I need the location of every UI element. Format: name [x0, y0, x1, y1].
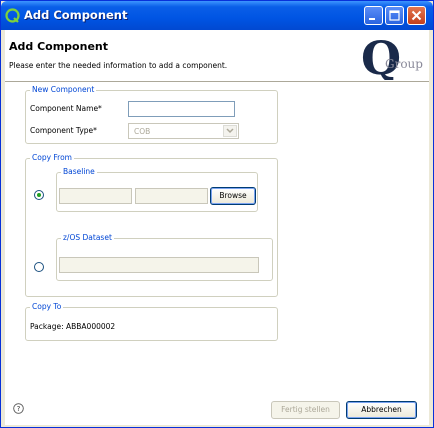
copy-from-group: Copy From Baseline Browse z/OS Dataset	[25, 153, 278, 297]
close-button[interactable]	[407, 6, 426, 25]
dialog-content: Add Component Please enter the needed in…	[5, 30, 429, 425]
new-component-group: New Component Component Name* Component …	[25, 85, 278, 144]
baseline-radio[interactable]	[34, 190, 44, 200]
component-type-value: COB	[134, 127, 151, 136]
dialog-window: Add Component Add Component Please enter…	[0, 0, 434, 428]
component-type-label: Component Type*	[30, 126, 97, 135]
component-type-select[interactable]: COB	[128, 123, 239, 139]
maximize-icon	[389, 10, 400, 21]
dataset-group: z/OS Dataset	[56, 233, 273, 281]
baseline-group: Baseline Browse	[56, 167, 258, 212]
copy-from-legend: Copy From	[30, 153, 74, 162]
dialog-header: Add Component Please enter the needed in…	[5, 30, 429, 85]
help-icon[interactable]: ?	[13, 403, 24, 414]
dialog-footer: ? Fertig stellen Abbrechen	[5, 400, 429, 425]
minimize-button[interactable]	[364, 6, 383, 25]
svg-text:?: ?	[17, 405, 21, 413]
maximize-button[interactable]	[385, 6, 404, 25]
component-name-input[interactable]	[128, 101, 235, 117]
app-icon	[5, 8, 20, 23]
copy-to-legend: Copy To	[30, 302, 64, 311]
page-description: Please enter the needed information to a…	[9, 61, 228, 70]
dialog-body: New Component Component Name* Component …	[5, 82, 429, 400]
baseline-field-2[interactable]	[135, 188, 208, 204]
baseline-legend: Baseline	[61, 167, 97, 176]
qgroup-logo: Q Group	[361, 31, 427, 85]
baseline-field-1[interactable]	[59, 188, 132, 204]
browse-button[interactable]: Browse	[210, 187, 256, 205]
dataset-input[interactable]	[59, 257, 259, 273]
minimize-icon	[369, 18, 375, 20]
component-name-label: Component Name*	[30, 104, 102, 113]
logo-subtext: Group	[385, 57, 423, 71]
dataset-radio[interactable]	[34, 262, 44, 272]
title-bar[interactable]: Add Component	[1, 1, 433, 30]
window-title: Add Component	[24, 8, 128, 22]
close-icon	[411, 10, 422, 21]
package-text: Package: ABBA000002	[30, 322, 116, 331]
dataset-legend: z/OS Dataset	[61, 233, 114, 242]
copy-to-group: Copy To Package: ABBA000002	[25, 302, 278, 341]
new-component-legend: New Component	[30, 85, 97, 94]
cancel-button[interactable]: Abbrechen	[346, 401, 417, 419]
finish-button[interactable]: Fertig stellen	[271, 401, 340, 419]
dropdown-button[interactable]	[223, 125, 237, 137]
chevron-down-icon	[226, 128, 234, 134]
page-title: Add Component	[9, 40, 108, 53]
